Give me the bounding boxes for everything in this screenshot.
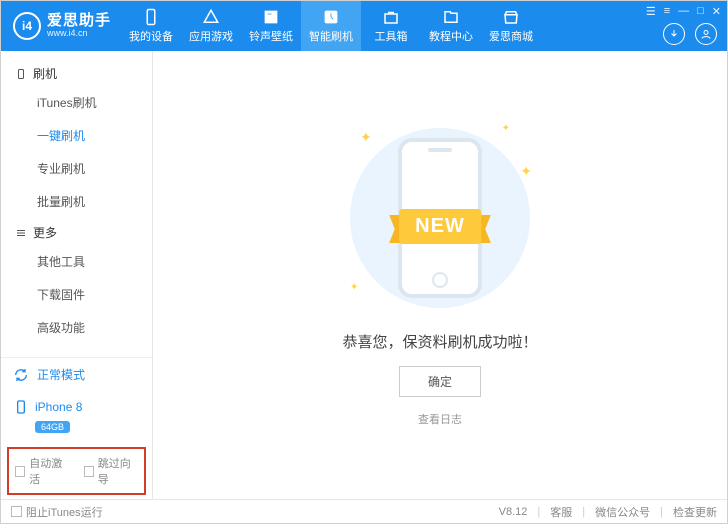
block-itunes-checkbox[interactable]: 阻止iTunes运行 bbox=[11, 504, 103, 520]
ok-button[interactable]: 确定 bbox=[399, 366, 481, 397]
brand-subtitle: www.i4.cn bbox=[47, 29, 111, 39]
sidebar-group-more[interactable]: 更多 bbox=[1, 218, 152, 245]
body: 刷机 iTunes刷机 一键刷机 专业刷机 批量刷机 更多 其他工具 下载固件 … bbox=[1, 51, 727, 499]
highlight-box: 自动激活 跳过向导 bbox=[7, 447, 146, 495]
sidebar-item-download-fw[interactable]: 下载固件 bbox=[1, 278, 152, 311]
sidebar-item-itunes-flash[interactable]: iTunes刷机 bbox=[1, 86, 152, 119]
checkbox-icon bbox=[15, 466, 25, 477]
sidebar-item-batch-flash[interactable]: 批量刷机 bbox=[1, 185, 152, 218]
success-illustration: ✦ ✦ ✦ ✦ NEW bbox=[330, 123, 550, 313]
sidebar-item-advanced[interactable]: 高级功能 bbox=[1, 311, 152, 344]
success-message: 恭喜您，保资料刷机成功啦！ bbox=[342, 331, 537, 352]
store-icon bbox=[502, 8, 520, 26]
device-icon bbox=[15, 68, 27, 80]
phone-icon bbox=[142, 8, 160, 26]
nav-store[interactable]: 爱思商城 bbox=[481, 1, 541, 51]
list-icon bbox=[15, 227, 27, 239]
minimize-button[interactable]: — bbox=[678, 5, 689, 18]
sidebar-item-pro-flash[interactable]: 专业刷机 bbox=[1, 152, 152, 185]
device-row[interactable]: iPhone 8 64GB bbox=[1, 391, 152, 443]
window-controls: ☰ ≡ — □ ✕ bbox=[646, 5, 721, 18]
header-bar: i4 爱思助手 www.i4.cn 我的设备 应用游戏 铃声壁纸 智能刷机 bbox=[1, 1, 727, 51]
device-name: iPhone 8 bbox=[35, 400, 82, 414]
device-mode-row[interactable]: 正常模式 bbox=[1, 358, 152, 391]
app-window: i4 爱思助手 www.i4.cn 我的设备 应用游戏 铃声壁纸 智能刷机 bbox=[0, 0, 728, 524]
brand-logo: i4 爱思助手 www.i4.cn bbox=[1, 12, 121, 40]
view-log-link[interactable]: 查看日志 bbox=[418, 411, 462, 427]
nav-toolbox[interactable]: 工具箱 bbox=[361, 1, 421, 51]
account-button[interactable] bbox=[695, 23, 717, 45]
auto-activate-checkbox[interactable]: 自动激活 bbox=[15, 455, 70, 487]
refresh-icon bbox=[13, 367, 29, 383]
close-button[interactable]: ✕ bbox=[712, 5, 721, 18]
brand-badge-icon: i4 bbox=[13, 12, 41, 40]
flash-icon bbox=[322, 8, 340, 26]
apps-icon bbox=[202, 8, 220, 26]
sidebar: 刷机 iTunes刷机 一键刷机 专业刷机 批量刷机 更多 其他工具 下载固件 … bbox=[1, 51, 153, 499]
nav-tutorial[interactable]: 教程中心 bbox=[421, 1, 481, 51]
sidebar-group-flash[interactable]: 刷机 bbox=[1, 59, 152, 86]
sparkle-icon: ✦ bbox=[360, 129, 372, 146]
download-button[interactable] bbox=[663, 23, 685, 45]
sidebar-bottom: 正常模式 iPhone 8 64GB 自动激活 跳过向导 bbox=[1, 357, 152, 499]
toolbox-icon bbox=[382, 8, 400, 26]
sparkle-icon: ✦ bbox=[520, 163, 532, 180]
main-panel: ✦ ✦ ✦ ✦ NEW 恭喜您，保资料刷机成功啦！ 确定 查看日志 bbox=[153, 51, 727, 499]
status-bar: 阻止iTunes运行 V8.12 | 客服 | 微信公众号 | 检查更新 bbox=[1, 499, 727, 523]
menu-icon[interactable]: ☰ bbox=[646, 5, 656, 18]
nav-apps[interactable]: 应用游戏 bbox=[181, 1, 241, 51]
checkbox-icon bbox=[11, 506, 22, 517]
settings-icon[interactable]: ≡ bbox=[664, 5, 670, 18]
nav-my-device[interactable]: 我的设备 bbox=[121, 1, 181, 51]
tutorial-icon bbox=[442, 8, 460, 26]
phone-small-icon bbox=[13, 399, 29, 415]
top-nav: 我的设备 应用游戏 铃声壁纸 智能刷机 工具箱 教程中心 bbox=[121, 1, 541, 51]
new-ribbon: NEW bbox=[399, 209, 481, 244]
storage-badge: 64GB bbox=[35, 421, 70, 433]
maximize-button[interactable]: □ bbox=[697, 5, 704, 18]
wallpaper-icon bbox=[262, 8, 280, 26]
sidebar-item-other-tools[interactable]: 其他工具 bbox=[1, 245, 152, 278]
sparkle-icon: ✦ bbox=[502, 123, 510, 134]
nav-ringtones[interactable]: 铃声壁纸 bbox=[241, 1, 301, 51]
checkbox-icon bbox=[84, 466, 94, 477]
sparkle-icon: ✦ bbox=[350, 282, 358, 293]
nav-flash[interactable]: 智能刷机 bbox=[301, 1, 361, 51]
header-actions bbox=[663, 23, 717, 45]
wechat-link[interactable]: 微信公众号 bbox=[595, 504, 650, 520]
check-update-link[interactable]: 检查更新 bbox=[673, 504, 717, 520]
version-label: V8.12 bbox=[499, 506, 528, 518]
brand-title: 爱思助手 bbox=[47, 13, 111, 30]
skip-guide-checkbox[interactable]: 跳过向导 bbox=[84, 455, 139, 487]
sidebar-item-oneclick-flash[interactable]: 一键刷机 bbox=[1, 119, 152, 152]
support-link[interactable]: 客服 bbox=[550, 504, 572, 520]
